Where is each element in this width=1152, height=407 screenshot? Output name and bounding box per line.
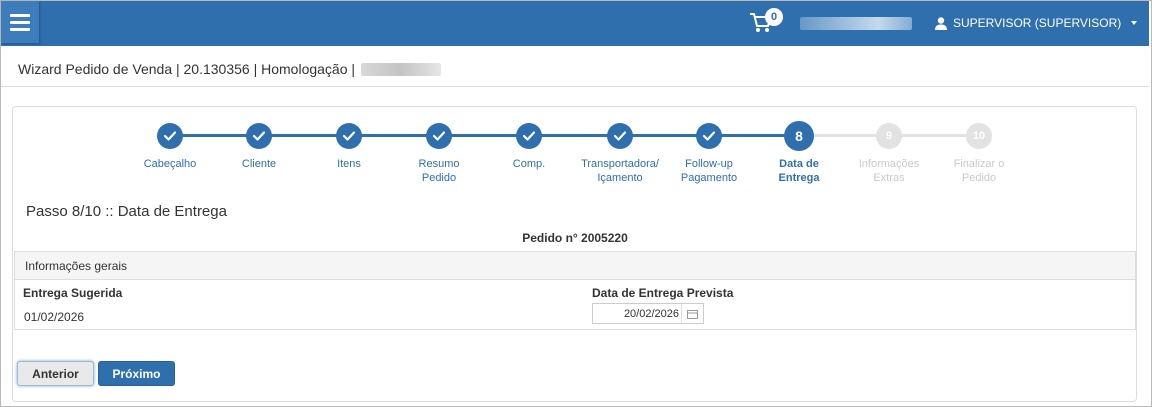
wizard-step-label: Follow-up Pagamento bbox=[680, 158, 738, 184]
wizard-step-5[interactable] bbox=[516, 123, 542, 149]
check-icon bbox=[343, 131, 355, 141]
wizard-step-label: Informações Extras bbox=[858, 158, 920, 184]
expected-delivery-label: Data de Entrega Prevista bbox=[592, 286, 734, 300]
wizard-step-label: Transportadora/Içamento bbox=[581, 158, 659, 184]
previous-button[interactable]: Anterior bbox=[17, 361, 94, 386]
user-icon bbox=[935, 16, 947, 30]
check-icon bbox=[253, 131, 265, 141]
wizard-step-label: Cabeçalho bbox=[143, 158, 197, 170]
divider bbox=[1, 86, 1149, 87]
wizard-step-label: Resumo Pedido bbox=[418, 158, 460, 184]
suggested-delivery-value: 01/02/2026 bbox=[24, 310, 85, 324]
order-number: Pedido n° 2005220 bbox=[522, 231, 628, 245]
wizard-step-label: Finalizar o Pedido bbox=[953, 158, 1005, 184]
expected-delivery-date-input[interactable] bbox=[593, 304, 683, 323]
redacted-info bbox=[800, 17, 912, 30]
next-button[interactable]: Próximo bbox=[98, 361, 175, 386]
caret-down-icon bbox=[1131, 21, 1138, 25]
hamburger-menu-icon[interactable] bbox=[1, 1, 39, 43]
wizard-step-7[interactable] bbox=[696, 123, 722, 149]
check-icon bbox=[614, 131, 626, 141]
user-menu[interactable]: SUPERVISOR (SUPERVISOR) bbox=[935, 14, 1138, 32]
wizard-step-1[interactable] bbox=[157, 123, 183, 149]
step-number: 8 bbox=[795, 128, 803, 144]
calendar-icon[interactable] bbox=[681, 304, 703, 323]
redacted-title-part bbox=[361, 63, 441, 76]
general-info-section: Informações gerais bbox=[14, 251, 1136, 330]
cart-count-badge: 0 bbox=[765, 8, 783, 26]
check-icon bbox=[433, 131, 445, 141]
wizard-step-3[interactable] bbox=[336, 123, 362, 149]
step-number: 10 bbox=[972, 130, 986, 142]
wizard-step-10: 10 bbox=[966, 123, 992, 149]
wizard-step-6[interactable] bbox=[607, 123, 633, 149]
user-name: SUPERVISOR (SUPERVISOR) bbox=[953, 16, 1122, 30]
expected-delivery-date-field[interactable] bbox=[592, 303, 704, 324]
wizard-step-label: Cliente bbox=[241, 158, 277, 170]
wizard-step-label: Data de Entrega bbox=[778, 158, 820, 184]
wizard-step-4[interactable] bbox=[426, 123, 452, 149]
wizard-step-9: 9 bbox=[876, 123, 902, 149]
wizard-step-8[interactable]: 8 bbox=[784, 121, 814, 151]
check-icon bbox=[164, 131, 176, 141]
step-title: Passo 8/10 :: Data de Entrega bbox=[26, 203, 227, 220]
wizard-step-label: Itens bbox=[337, 158, 361, 170]
check-icon bbox=[523, 131, 535, 141]
section-title: Informações gerais bbox=[15, 252, 1135, 280]
suggested-delivery-label: Entrega Sugerida bbox=[23, 286, 123, 300]
step-number: 9 bbox=[885, 130, 893, 142]
wizard-step-label: Comp. bbox=[512, 158, 546, 170]
wizard-step-2[interactable] bbox=[246, 123, 272, 149]
check-icon bbox=[703, 131, 715, 141]
page-title: Wizard Pedido de Venda | 20.130356 | Hom… bbox=[18, 61, 356, 77]
